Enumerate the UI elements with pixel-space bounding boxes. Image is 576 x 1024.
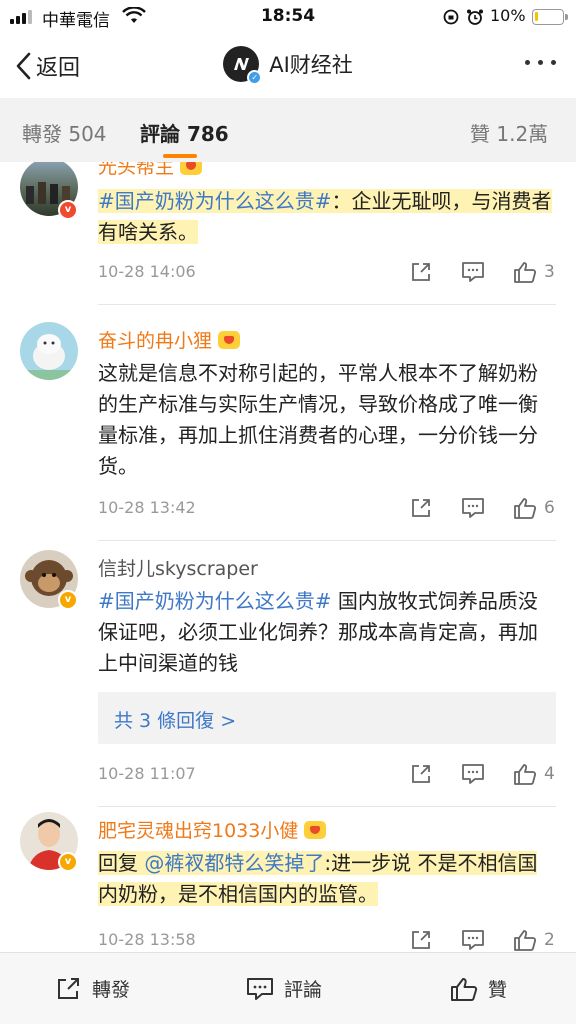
repost-button[interactable]: 轉發 xyxy=(56,975,130,1002)
username-text: 奋斗的冉小狸 xyxy=(98,330,213,352)
navigation-bar: 返回 ✓ AI财经社 xyxy=(0,34,576,98)
verified-badge-icon: v xyxy=(58,590,78,610)
share-icon[interactable] xyxy=(408,762,434,786)
battery-percentage: 10% xyxy=(490,6,526,25)
replies-label: 共 3 條回復 > xyxy=(114,710,237,732)
comment-text: #国产奶粉为什么这么贵# 国内放牧式饲养品质没保证吧，必须工业化饲养？那成本高肯… xyxy=(98,586,554,679)
like-button[interactable]: 贊 xyxy=(450,975,507,1002)
comment-button[interactable]: 評論 xyxy=(246,975,322,1002)
divider xyxy=(98,540,556,541)
tab-likes[interactable]: 贊 1.2萬 xyxy=(470,118,548,147)
comment-actions: 2 xyxy=(382,928,556,952)
account-avatar: ✓ xyxy=(223,46,263,85)
share-icon xyxy=(58,977,79,999)
like-count: 2 xyxy=(544,930,555,950)
like-count: 6 xyxy=(544,498,555,518)
more-options-icon[interactable] xyxy=(525,60,556,65)
like-count: 3 xyxy=(544,262,555,282)
like-icon[interactable] xyxy=(512,928,538,952)
like-icon[interactable] xyxy=(512,496,538,520)
like-icon xyxy=(451,977,478,1001)
verified-badge-icon: v xyxy=(58,200,78,220)
share-icon[interactable] xyxy=(408,496,434,520)
mention-link[interactable]: @裤衩都特么笑掉了 xyxy=(144,851,325,875)
alarm-icon xyxy=(467,9,483,25)
comment-time: 10-28 13:42 xyxy=(98,498,196,517)
tab-comments[interactable]: 評論 786 xyxy=(140,118,229,147)
tab-bar: 轉發 504 評論 786 贊 1.2萬 xyxy=(0,98,576,162)
status-bar: 中華電信 18:54 10% xyxy=(0,0,576,34)
reply-icon[interactable] xyxy=(460,928,486,952)
like-count: 4 xyxy=(544,764,555,784)
page-title: AI财经社 xyxy=(269,53,353,77)
reply-icon[interactable] xyxy=(460,260,486,284)
active-tab-indicator xyxy=(163,154,197,158)
battery-icon xyxy=(532,9,568,25)
verified-badge-icon: ✓ xyxy=(247,70,263,85)
view-replies-button[interactable]: 共 3 條回復 > xyxy=(98,692,556,744)
comment-time: 10-28 14:06 xyxy=(98,262,196,281)
comment-username[interactable]: 信封儿skyscraper xyxy=(98,554,258,581)
verified-badge-icon: v xyxy=(58,852,78,872)
comment-text: 回复 @裤衩都特么笑掉了:进一步说 不是不相信国内奶粉，是不相信国内的监管。 xyxy=(98,848,554,910)
separator-text: ： xyxy=(331,189,352,213)
comment-time: 10-28 11:07 xyxy=(98,764,196,783)
username-text: 肥宅灵魂出窍1033小健 xyxy=(98,820,299,842)
reply-icon[interactable] xyxy=(460,496,486,520)
comment-text: #国产奶粉为什么这么贵#：企业无耻呗，与消费者有啥关系。 xyxy=(98,186,554,248)
like-icon[interactable] xyxy=(512,762,538,786)
comment-actions: 6 xyxy=(382,496,556,520)
comment-username[interactable]: 肥宅灵魂出窍1033小健 xyxy=(98,816,327,843)
share-icon[interactable] xyxy=(408,260,434,284)
fan-crown-icon xyxy=(180,162,203,175)
divider xyxy=(98,304,556,305)
comment-body: 这就是信息不对称引起的，平常人根本不了解奶粉的生产标准与实际生产情况，导致价格成… xyxy=(98,361,538,478)
comment-actions: 3 xyxy=(382,260,556,284)
comment-username[interactable]: 光头帮主 xyxy=(98,162,203,179)
fan-crown-icon xyxy=(218,330,241,349)
moomin-avatar-icon xyxy=(20,334,78,380)
comment-list[interactable]: v 光头帮主 #国产奶粉为什么这么贵#：企业无耻呗，与消费者有啥关系。 10-2… xyxy=(0,162,576,952)
fan-crown-icon xyxy=(304,820,327,839)
username-text: 光头帮主 xyxy=(98,162,175,178)
comment-time: 10-28 13:58 xyxy=(98,930,196,949)
divider xyxy=(98,806,556,807)
user-avatar[interactable] xyxy=(20,322,78,380)
topic-link[interactable]: #国产奶粉为什么这么贵# xyxy=(98,589,332,613)
comment-actions: 4 xyxy=(382,762,556,786)
like-icon[interactable] xyxy=(512,260,538,284)
like-label: 贊 xyxy=(488,979,508,1001)
topic-link[interactable]: #国产奶粉为什么这么贵# xyxy=(98,189,332,213)
account-header[interactable]: ✓ AI财经社 xyxy=(0,46,576,85)
comment-label: 評論 xyxy=(284,979,323,1001)
username-text: 信封儿skyscraper xyxy=(98,558,258,580)
reply-prefix: 回复 xyxy=(98,851,138,875)
share-icon[interactable] xyxy=(408,928,434,952)
repost-label: 轉發 xyxy=(92,979,131,1001)
orientation-lock-icon xyxy=(443,9,459,25)
bottom-action-bar: 轉發 評論 贊 xyxy=(0,952,576,1024)
comment-text: 这就是信息不对称引起的，平常人根本不了解奶粉的生产标准与实际生产情况，导致价格成… xyxy=(98,358,554,482)
comment-icon xyxy=(247,977,273,1000)
reply-icon[interactable] xyxy=(460,762,486,786)
comment-username[interactable]: 奋斗的冉小狸 xyxy=(98,326,241,353)
tab-reposts[interactable]: 轉發 504 xyxy=(22,118,107,147)
